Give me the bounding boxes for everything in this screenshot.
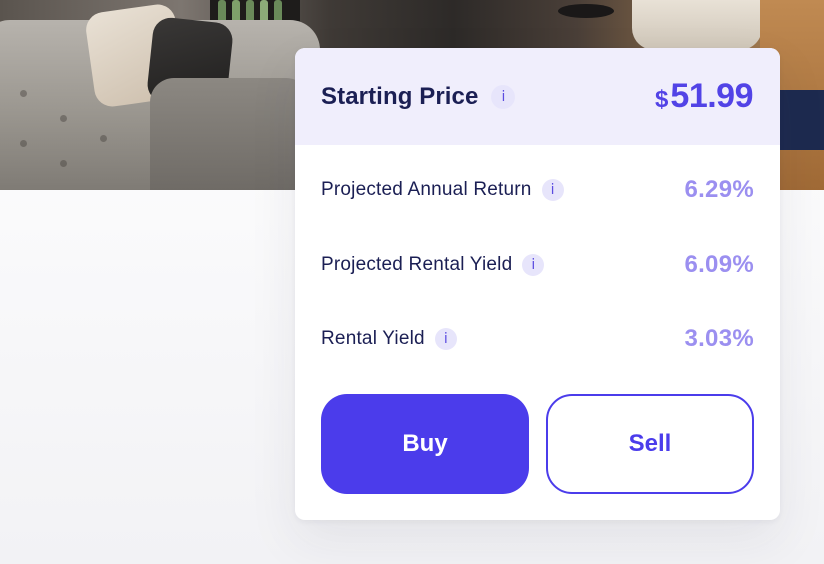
metric-label: Projected Rental Yield [321,253,513,275]
rug [780,90,824,150]
metric-label-group: Projected Rental Yield i [321,253,545,276]
price-currency: $ [655,86,669,113]
sofa-arm [150,78,310,190]
price-card-header: Starting Price i $ 51.99 [295,48,780,145]
metric-row-projected-annual-return: Projected Annual Return i 6.29% [321,153,754,228]
metric-row-rental-yield: Rental Yield i 3.03% [321,302,754,377]
price-card: Starting Price i $ 51.99 Projected Annua… [295,48,780,520]
metric-label-group: Rental Yield i [321,328,457,351]
starting-price-value: $ 51.99 [655,77,753,116]
sofa-tuft [60,115,67,122]
metric-label: Rental Yield [321,328,425,350]
metric-label-group: Projected Annual Return i [321,179,564,202]
armchair [632,0,762,50]
buy-button[interactable]: Buy [321,394,529,494]
price-title-group: Starting Price i [321,82,516,111]
side-table [558,4,614,18]
sofa-tuft [20,90,27,97]
metrics-list: Projected Annual Return i 6.29% Projecte… [295,153,780,377]
metric-value: 6.29% [684,176,754,204]
info-icon[interactable]: i [434,328,457,351]
metric-value: 3.03% [684,325,754,353]
metric-row-projected-rental-yield: Projected Rental Yield i 6.09% [321,228,754,303]
info-icon[interactable]: i [491,84,516,109]
sofa-tuft [60,160,67,167]
metric-value: 6.09% [684,250,754,278]
page: Starting Price i $ 51.99 Projected Annua… [0,0,824,564]
price-amount: 51.99 [670,77,753,115]
sofa-tuft [20,140,27,147]
trade-actions: Buy Sell [321,394,754,494]
sell-button[interactable]: Sell [546,394,754,494]
metric-label: Projected Annual Return [321,179,532,201]
info-icon[interactable]: i [541,179,564,202]
sofa-tuft [100,135,107,142]
info-icon[interactable]: i [522,253,545,276]
starting-price-title: Starting Price [321,82,479,110]
